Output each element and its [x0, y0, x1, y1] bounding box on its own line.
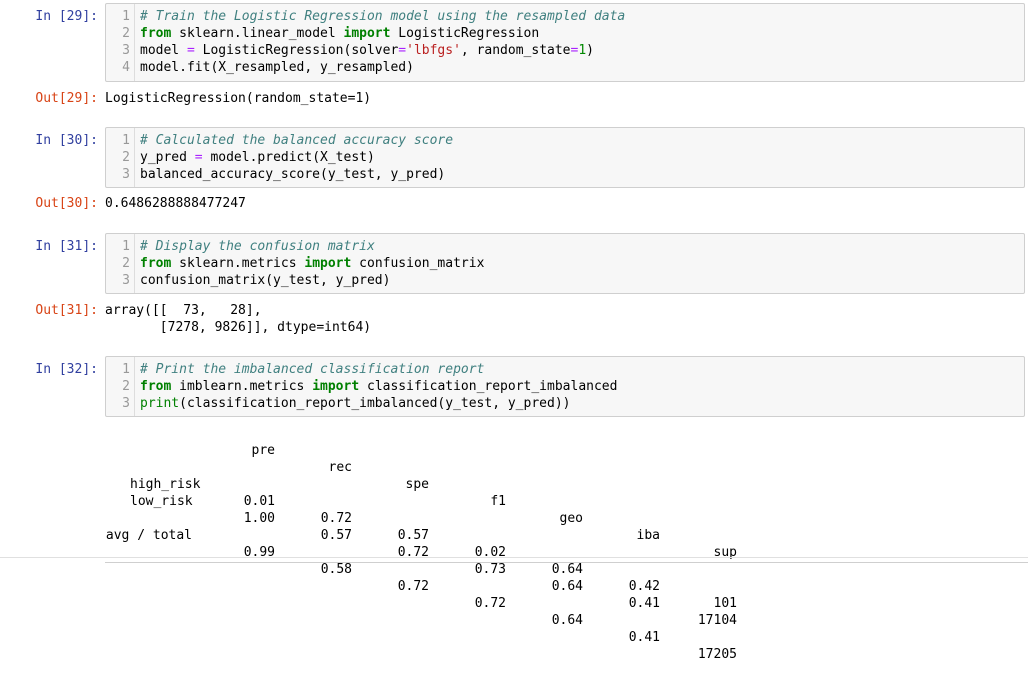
output-31: array([[ 73, 28], [7278, 9826]], dtype=i…: [105, 303, 372, 335]
in-prompt-29: In [29]:: [35, 9, 98, 24]
code-cell-31[interactable]: 1 # Display the confusion matrix 2 from sk…: [105, 233, 1025, 294]
code-cell-30[interactable]: 1 # Calculated the balanced accuracy scor…: [105, 127, 1025, 188]
report-header-row: pre rec spe f1 geo iba sup: [105, 425, 805, 560]
out-prompt-29: Out[29]:: [35, 91, 98, 106]
report-cell: 17205: [697, 647, 737, 662]
report-row-total: avg / total 0.99 0.58 0.72 0.72 0.64 0.4…: [105, 510, 805, 662]
code-line: 3 print(classification_report_imbalanced(…: [106, 395, 1024, 412]
output-30: 0.6486288888477247: [105, 196, 246, 211]
report-cell: 101: [713, 596, 737, 611]
out-prompt-31: Out[31]:: [35, 303, 98, 318]
code-text: from imblearn.metrics import classificat…: [140, 379, 618, 394]
code-text: print(classification_report_imbalanced(y…: [140, 396, 571, 411]
report-cell: 0.57: [320, 528, 352, 543]
code-text: y_pred = model.predict(X_test): [140, 150, 375, 165]
report-cell: 0.57: [397, 528, 429, 543]
cell-divider: [0, 557, 1028, 558]
report-cell: 0.72: [397, 545, 429, 560]
line-number: 3: [122, 43, 130, 58]
code-line: 1 # Train the Logistic Regression model u…: [106, 8, 1024, 25]
report-header: iba: [636, 528, 660, 543]
line-number: 3: [122, 396, 130, 411]
line-number: 4: [122, 60, 130, 75]
code-text: model = LogisticRegression(solver='lbfgs…: [140, 43, 594, 58]
line-number: 2: [122, 26, 130, 41]
report-cell: 0.64: [551, 562, 583, 577]
line-number: 2: [122, 379, 130, 394]
report-cell: 0.41: [628, 596, 660, 611]
code-line: 3 balanced_accuracy_score(y_test, y_pred): [106, 166, 1024, 183]
code-text: # Train the Logistic Regression model us…: [140, 9, 626, 24]
code-line: 4 model.fit(X_resampled, y_resampled): [106, 59, 1024, 76]
line-number: 1: [122, 9, 130, 24]
code-cell-32[interactable]: 1 # Print the imbalanced classification r…: [105, 356, 1025, 417]
code-line: 2 from sklearn.metrics import confusion_m…: [106, 255, 1024, 272]
line-number: 1: [122, 239, 130, 254]
report-row-low-risk: low_risk 1.00 0.57 0.72 0.73 0.64 0.41 1…: [105, 476, 805, 628]
report-row-high-risk: high_risk 0.01 0.72 0.57 0.02 0.64 0.42 …: [105, 459, 805, 611]
line-number: 3: [122, 167, 130, 182]
report-cell: 0.99: [243, 545, 275, 560]
code-line: 2 from sklearn.linear_model import Logist…: [106, 25, 1024, 42]
line-number: 1: [122, 133, 130, 148]
code-cell-29[interactable]: 1 # Train the Logistic Regression model u…: [105, 3, 1025, 82]
code-text: model.fit(X_resampled, y_resampled): [140, 60, 414, 75]
report-cell: 0.58: [320, 562, 352, 577]
code-line: 3 confusion_matrix(y_test, y_pred): [106, 272, 1024, 289]
code-line: 1 # Calculated the balanced accuracy scor…: [106, 132, 1024, 149]
report-cell: 0.72: [397, 579, 429, 594]
code-text: # Print the imbalanced classification re…: [140, 362, 485, 377]
next-cell-edge: [105, 562, 1028, 563]
code-text: from sklearn.metrics import confusion_ma…: [140, 256, 485, 271]
report-cell: 0.64: [551, 579, 583, 594]
code-text: confusion_matrix(y_test, y_pred): [140, 273, 391, 288]
output-29: LogisticRegression(random_state=1): [105, 91, 372, 106]
report-header: f1: [490, 494, 506, 509]
report-cell: 0.41: [628, 630, 660, 645]
in-prompt-31: In [31]:: [35, 239, 98, 254]
report-cell: 0.02: [474, 545, 506, 560]
line-number: 2: [122, 150, 130, 165]
out-prompt-30: Out[30]:: [35, 196, 98, 211]
report-header: sup: [713, 545, 737, 560]
report-cell: 0.72: [474, 596, 506, 611]
report-row-label: avg / total: [105, 528, 192, 543]
line-number: 2: [122, 256, 130, 271]
in-prompt-30: In [30]:: [35, 133, 98, 148]
code-line: 1 # Display the confusion matrix: [106, 238, 1024, 255]
code-text: # Display the confusion matrix: [140, 239, 375, 254]
report-row-label: low_risk: [130, 494, 193, 509]
line-number: 1: [122, 362, 130, 377]
report-cell: 0.64: [551, 613, 583, 628]
report-header: pre: [251, 443, 275, 458]
code-line: 2 from imblearn.metrics import classifica…: [106, 378, 1024, 395]
in-prompt-32: In [32]:: [35, 362, 98, 377]
code-text: from sklearn.linear_model import Logisti…: [140, 26, 540, 41]
code-text: # Calculated the balanced accuracy score: [140, 133, 454, 148]
line-number: 3: [122, 273, 130, 288]
report-cell: 0.42: [628, 579, 660, 594]
code-line: 2 y_pred = model.predict(X_test): [106, 149, 1024, 166]
report-cell: 0.01: [243, 494, 275, 509]
code-line: 1 # Print the imbalanced classification r…: [106, 361, 1024, 378]
report-cell: 0.73: [474, 562, 506, 577]
code-text: balanced_accuracy_score(y_test, y_pred): [140, 167, 446, 182]
code-line: 3 model = LogisticRegression(solver='lbfg…: [106, 42, 1024, 59]
report-cell: 17104: [697, 613, 737, 628]
